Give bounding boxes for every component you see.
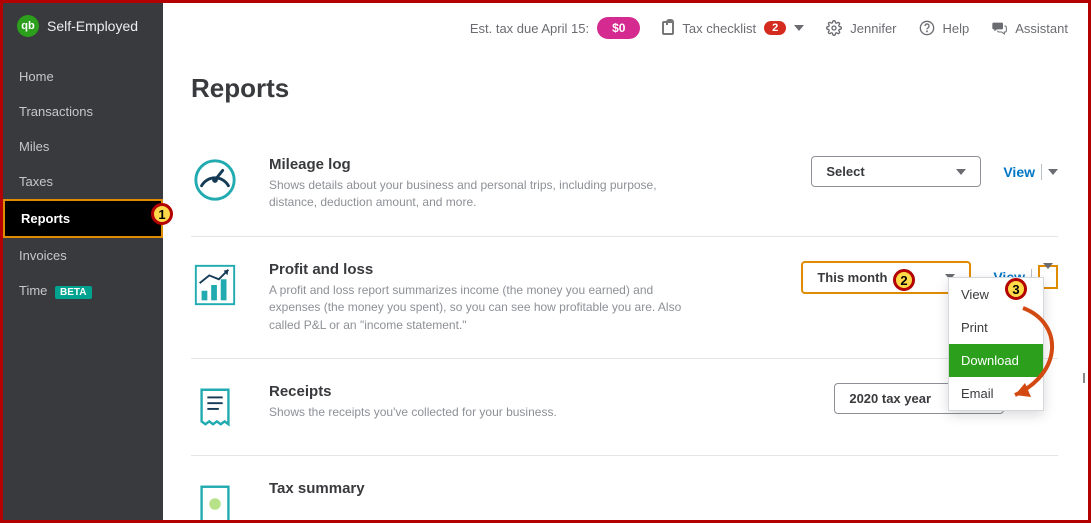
sidebar-item-home[interactable]: Home (3, 59, 163, 94)
sidebar-item-invoices[interactable]: Invoices (3, 238, 163, 273)
report-title: Tax summary (269, 480, 1048, 497)
mileage-gauge-icon (191, 156, 239, 204)
chart-growth-icon (191, 261, 239, 309)
report-desc: Shows the receipts you've collected for … (269, 404, 689, 421)
report-title: Receipts (269, 383, 824, 400)
dropdown-item-download[interactable]: Download (949, 344, 1043, 377)
annotation-3: 3 (1005, 278, 1027, 300)
chevron-down-icon (1043, 263, 1053, 285)
chevron-down-icon[interactable] (1048, 169, 1058, 175)
sidebar-item-reports[interactable]: Reports (3, 199, 163, 238)
report-row-pnl: Profit and loss A profit and loss report… (191, 237, 1058, 359)
report-actions: Select View (811, 156, 1058, 187)
brand-logo[interactable]: qb Self-Employed (3, 3, 163, 49)
sidebar-item-time[interactable]: Time BETA (3, 273, 163, 309)
dropdown-item-view[interactable]: View (949, 278, 1043, 311)
sidebar-item-transactions[interactable]: Transactions (3, 94, 163, 129)
mileage-period-select[interactable]: Select (811, 156, 981, 187)
view-link-mileage[interactable]: View (1003, 164, 1058, 180)
app-frame: qb Self-Employed Home Transactions Miles… (0, 0, 1091, 523)
report-row-tax-summary: Tax summary (191, 456, 1058, 520)
report-title: Mileage log (269, 156, 801, 173)
select-value: 2020 tax year (849, 391, 931, 406)
beta-badge: BETA (55, 286, 91, 299)
divider (1041, 164, 1042, 180)
report-title: Profit and loss (269, 261, 791, 278)
main: Reports Mileage log Shows details about … (163, 3, 1088, 520)
sidebar-item-taxes[interactable]: Taxes (3, 164, 163, 199)
pnl-period-select[interactable]: This month (801, 261, 971, 294)
sidebar-item-miles[interactable]: Miles (3, 129, 163, 164)
annotation-2: 2 (893, 269, 915, 291)
sidebar: qb Self-Employed Home Transactions Miles… (3, 3, 163, 520)
dropdown-item-email[interactable]: Email (949, 377, 1043, 410)
annotation-1: 1 (151, 203, 173, 225)
report-row-receipts: Receipts Shows the receipts you've colle… (191, 359, 1058, 456)
chevron-down-icon (956, 169, 966, 175)
qb-circle-icon: qb (17, 15, 39, 37)
report-desc: A profit and loss report summarizes inco… (269, 282, 689, 334)
select-value: Select (826, 164, 864, 179)
receipt-icon (191, 383, 239, 431)
dropdown-item-print[interactable]: Print (949, 311, 1043, 344)
page-title: Reports (191, 73, 1058, 104)
brand-product: Self-Employed (47, 18, 138, 34)
sidebar-item-time-label: Time (19, 283, 47, 298)
view-label: View (1003, 164, 1035, 180)
report-desc: Shows details about your business and pe… (269, 177, 689, 212)
view-dropdown-menu: View Print Download Email (948, 277, 1044, 411)
tax-doc-icon (191, 480, 239, 520)
sidebar-items: Home Transactions Miles Taxes Reports In… (3, 59, 163, 309)
scrollbar[interactable] (1083, 373, 1085, 383)
select-value: This month (817, 270, 887, 285)
report-row-mileage: Mileage log Shows details about your bus… (191, 132, 1058, 237)
